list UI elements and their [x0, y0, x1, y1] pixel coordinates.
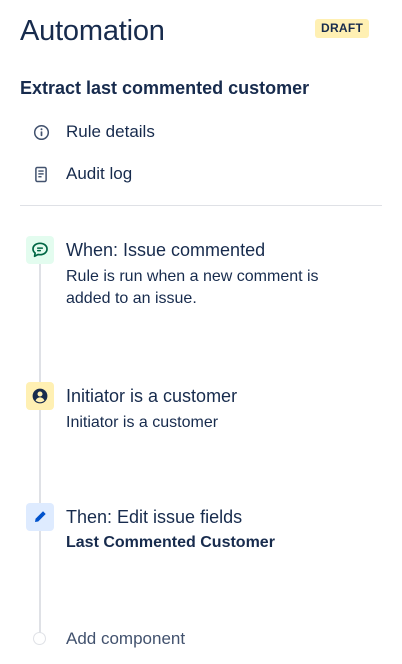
step-description: Rule is run when a new comment is added … [66, 268, 319, 307]
pencil-icon [26, 503, 54, 531]
nav-item-audit-log[interactable]: Audit log [20, 156, 380, 192]
nav-item-label: Audit log [66, 164, 133, 183]
step-title: Then: Edit issue fields [66, 507, 243, 527]
divider [20, 205, 382, 206]
action-step[interactable]: Then: Edit issue fields Last Commented C… [26, 503, 376, 563]
automation-panel: Automation DRAFT Extract last commented … [0, 0, 402, 664]
user-circle-icon [26, 382, 54, 410]
document-icon [32, 165, 50, 183]
trigger-step[interactable]: When: Issue commented Rule is run when a… [26, 236, 376, 316]
step-description: Initiator is a customer [66, 414, 219, 431]
condition-step[interactable]: Initiator is a customer Initiator is a c… [26, 382, 376, 442]
comment-icon [26, 236, 54, 264]
step-description: Last Commented Customer [66, 534, 275, 551]
add-component-label: Add component [66, 629, 186, 648]
step-title: Initiator is a customer [66, 386, 238, 406]
nav-item-rule-details[interactable]: Rule details [20, 114, 380, 150]
timeline-end-dot [33, 632, 46, 645]
page-title: Automation [20, 15, 165, 47]
rule-name: Extract last commented customer [20, 78, 310, 98]
step-title: When: Issue commented [66, 240, 266, 260]
info-icon [32, 123, 50, 141]
status-badge: DRAFT [315, 19, 370, 38]
add-component-button[interactable]: Add component [26, 626, 246, 652]
nav-item-label: Rule details [66, 122, 155, 141]
